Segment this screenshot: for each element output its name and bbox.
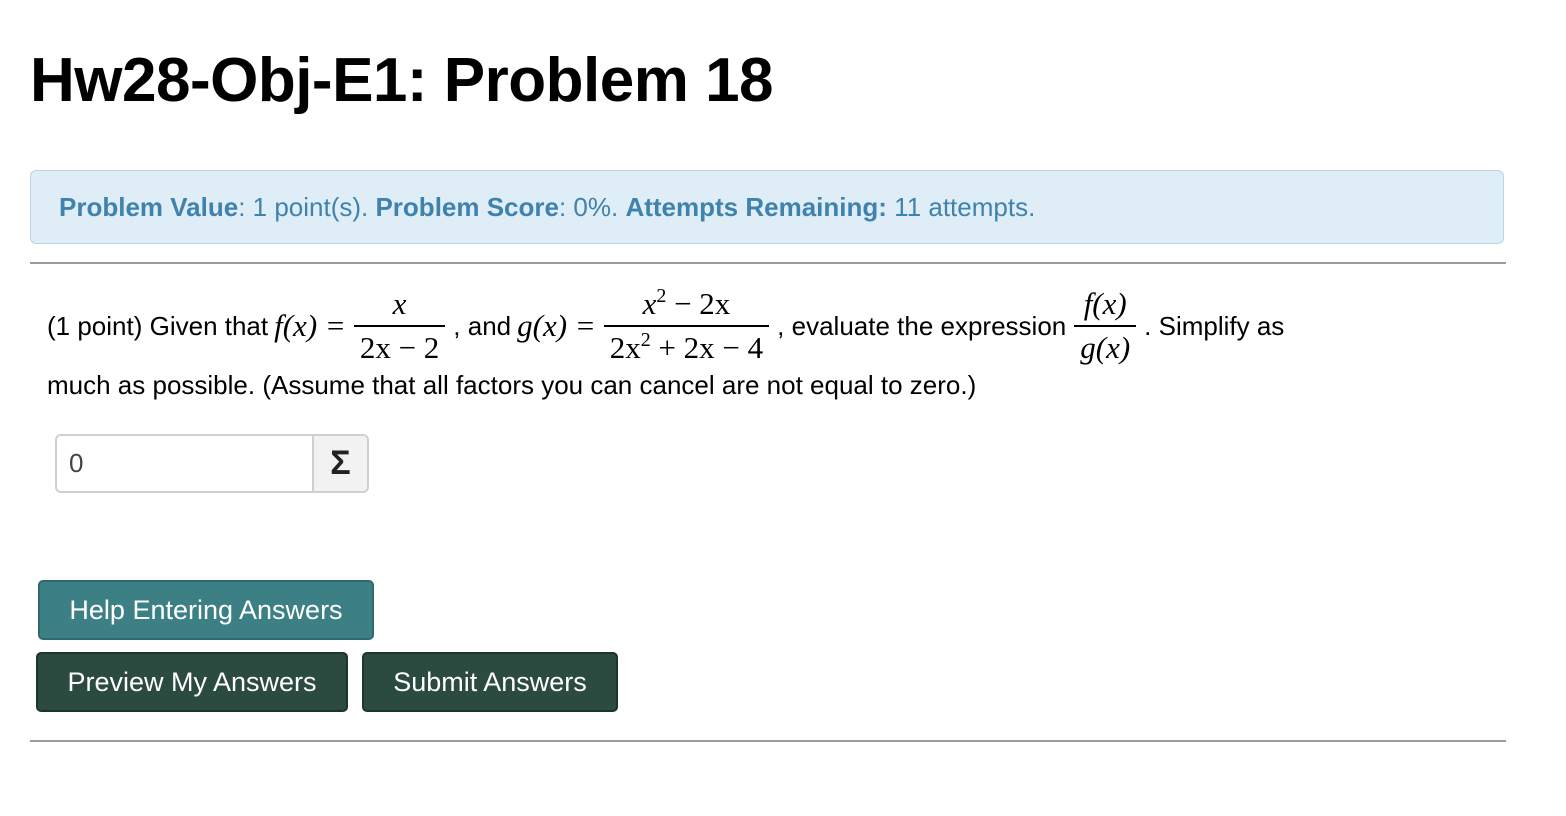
answer-field-group: Σ [55,434,369,493]
and-text: , and [453,310,512,341]
attempts-remaining-text: 11 attempts. [886,191,1036,222]
problem-statement-line-1: (1 point) Given that f(x) = x 2x − 2 , a… [47,284,1284,368]
f-denominator: 2x − 2 [353,325,446,365]
bottom-divider [30,740,1506,742]
answer-input[interactable] [57,436,312,491]
g-denominator: 2x2 + 2x − 4 [603,325,770,365]
problem-score-text: : 0%. [558,191,626,222]
g-fraction: x2 − 2x 2x2 + 2x − 4 [603,285,770,365]
problem-value-label: Problem Value [59,191,239,222]
g-definition-lhs: g(x) = [517,308,596,343]
expression-fraction: f(x) g(x) [1074,286,1137,365]
problem-statement-line-2: much as possible. (Assume that all facto… [47,370,977,400]
submit-answers-button[interactable]: Submit Answers [362,652,618,712]
simplify-text: . Simplify as [1144,310,1285,341]
help-entering-answers-button[interactable]: Help Entering Answers [38,580,374,640]
problem-score-label: Problem Score [375,191,559,222]
f-fraction: x 2x − 2 [353,286,446,365]
expression-denominator: g(x) [1074,325,1137,365]
problem-prefix: (1 point) Given that [47,310,269,341]
page-title: Hw28-Obj-E1: Problem 18 [30,46,774,115]
attempts-remaining-label: Attempts Remaining: [625,191,887,222]
preview-answers-button[interactable]: Preview My Answers [36,652,348,712]
evaluate-text: , evaluate the expression [777,310,1067,341]
sigma-icon[interactable]: Σ [312,436,367,491]
problem-value-text: : 1 point(s). [238,191,376,222]
problem-body: (1 point) Given that f(x) = x 2x − 2 , a… [30,264,1506,540]
expression-numerator: f(x) [1083,286,1127,321]
g-numerator: x2 − 2x [642,285,731,321]
problem-status-bar: Problem Value: 1 point(s). Problem Score… [30,170,1504,244]
f-definition-lhs: f(x) = [274,308,346,343]
f-numerator: x [392,286,407,321]
